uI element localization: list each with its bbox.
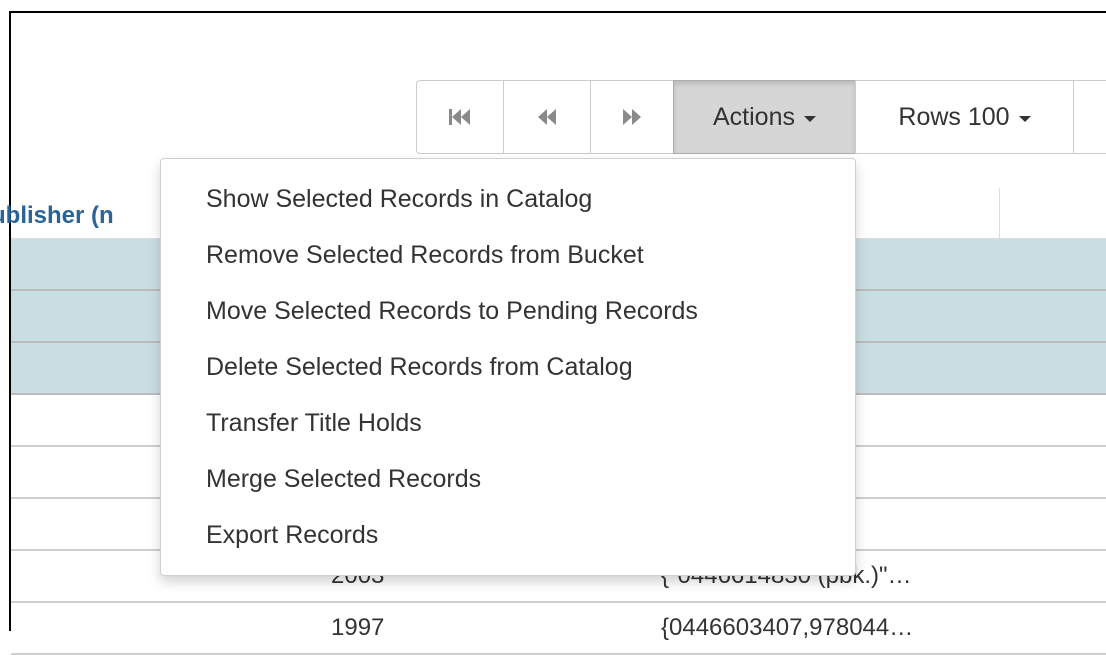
publisher-column-header[interactable]: ublisher (n bbox=[0, 202, 114, 230]
first-page-icon bbox=[449, 109, 471, 125]
previous-page-icon bbox=[537, 109, 557, 125]
caret-down-icon bbox=[1018, 115, 1031, 122]
grid-toolbar: Actions Rows 100 bbox=[416, 80, 1106, 154]
rows-per-page-button[interactable]: Rows 100 bbox=[855, 80, 1074, 154]
table-cell-identifiers: {0446603407,978044… bbox=[661, 614, 914, 641]
rows-label: Rows 100 bbox=[898, 102, 1010, 131]
next-page-icon bbox=[622, 109, 642, 125]
next-page-button[interactable] bbox=[590, 80, 674, 154]
menu-item-transfer-title-holds[interactable]: Transfer Title Holds bbox=[161, 395, 855, 451]
table-cell-year: 1997 bbox=[331, 614, 385, 641]
menu-item-show-in-catalog[interactable]: Show Selected Records in Catalog bbox=[161, 171, 855, 227]
caret-down-icon bbox=[803, 115, 816, 122]
menu-item-remove-from-bucket[interactable]: Remove Selected Records from Bucket bbox=[161, 227, 855, 283]
table-row[interactable]: 1997 {0446603407,978044… bbox=[11, 603, 1106, 655]
menu-item-merge-records[interactable]: Merge Selected Records bbox=[161, 451, 855, 507]
actions-dropdown-button[interactable]: Actions bbox=[673, 80, 856, 154]
column-divider bbox=[999, 188, 1000, 238]
actions-label: Actions bbox=[713, 102, 795, 131]
window-frame-top bbox=[9, 11, 1106, 13]
menu-item-export-records[interactable]: Export Records bbox=[161, 507, 855, 563]
actions-dropdown-menu: Show Selected Records in Catalog Remove … bbox=[160, 158, 856, 576]
menu-item-delete-from-catalog[interactable]: Delete Selected Records from Catalog bbox=[161, 339, 855, 395]
toolbar-overflow-button[interactable] bbox=[1073, 80, 1106, 154]
menu-item-move-to-pending[interactable]: Move Selected Records to Pending Records bbox=[161, 283, 855, 339]
previous-page-button[interactable] bbox=[503, 80, 591, 154]
first-page-button[interactable] bbox=[416, 80, 504, 154]
